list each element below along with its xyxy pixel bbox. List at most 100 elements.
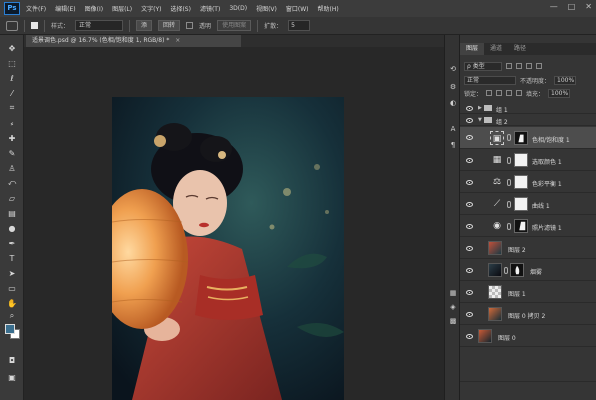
- layer-row[interactable]: ◉ 照片滤镜 1: [460, 216, 596, 237]
- minimize-icon[interactable]: —: [550, 2, 558, 11]
- layer-mask-thumbnail[interactable]: [514, 197, 528, 211]
- canvas-area[interactable]: [24, 47, 444, 400]
- eyedropper-tool-icon[interactable]: ⸗: [6, 118, 18, 128]
- transparent-checkbox[interactable]: [186, 22, 194, 29]
- tab-paths[interactable]: 路径: [508, 43, 532, 55]
- quick-mask-icon[interactable]: ◘: [6, 355, 18, 365]
- layer-row[interactable]: 图层 2: [460, 238, 596, 259]
- layer-row[interactable]: ▼ 组 2: [460, 115, 596, 126]
- tool-preset-icon[interactable]: [6, 20, 18, 31]
- tab-channels[interactable]: 通道: [484, 43, 508, 55]
- shape-filter-icon[interactable]: [536, 63, 542, 69]
- move-tool-icon[interactable]: ✥: [6, 43, 18, 53]
- properties-panel-icon[interactable]: ⚙: [449, 83, 457, 91]
- menu-3d[interactable]: 3D(D): [229, 5, 247, 12]
- close-icon[interactable]: ✕: [585, 2, 592, 11]
- lock-all-icon[interactable]: [516, 90, 523, 96]
- menu-select[interactable]: 选择(S): [170, 4, 191, 13]
- style-select[interactable]: 正常: [75, 20, 124, 31]
- lock-pixels-icon[interactable]: [496, 90, 503, 96]
- visibility-eye-icon[interactable]: [466, 180, 473, 185]
- layer-row-selected[interactable]: ▣ 色相/饱和度 1: [460, 127, 596, 149]
- blend-mode-select[interactable]: 正常: [464, 75, 516, 85]
- visibility-eye-icon[interactable]: [466, 135, 473, 140]
- menu-layer[interactable]: 图层(L): [112, 4, 132, 13]
- screen-mode-icon[interactable]: ▣: [6, 372, 18, 382]
- link-icon[interactable]: [507, 134, 511, 141]
- menu-view[interactable]: 视图(V): [256, 4, 277, 13]
- layer-row[interactable]: ▦ 选取颜色 1: [460, 150, 596, 171]
- crop-tool-icon[interactable]: ⌗: [6, 103, 18, 113]
- layer-row[interactable]: 烟雾: [460, 260, 596, 281]
- layer-row[interactable]: 图层 1: [460, 282, 596, 303]
- menu-file[interactable]: 文件(F): [26, 4, 46, 13]
- marquee-tool-icon[interactable]: ⬚: [6, 58, 18, 68]
- libraries-panel-icon[interactable]: ▦: [449, 289, 457, 297]
- adjustment-filter-icon[interactable]: [516, 63, 522, 69]
- character-panel-icon[interactable]: A: [449, 125, 457, 133]
- foreground-color-swatch[interactable]: [5, 324, 15, 334]
- gradient-tool-icon[interactable]: ▤: [6, 208, 18, 218]
- visibility-eye-icon[interactable]: [466, 246, 473, 251]
- visibility-eye-icon[interactable]: [466, 268, 473, 273]
- layer-row[interactable]: ⟋ 曲线 1: [460, 194, 596, 215]
- menu-image[interactable]: 图像(I): [85, 4, 103, 13]
- layer-mask-thumbnail[interactable]: [514, 153, 528, 167]
- use-pattern-button[interactable]: 使用图案: [217, 20, 252, 31]
- visibility-eye-icon[interactable]: [466, 158, 473, 163]
- path-selection-tool-icon[interactable]: ➤: [6, 268, 18, 278]
- adjustments-panel-icon[interactable]: ◐: [449, 99, 457, 107]
- pixel-filter-icon[interactable]: [506, 63, 512, 69]
- eraser-tool-icon[interactable]: ▱: [6, 193, 18, 203]
- menu-help[interactable]: 帮助(H): [318, 4, 339, 13]
- visibility-eye-icon[interactable]: [466, 118, 473, 123]
- link-icon[interactable]: [507, 201, 511, 208]
- paragraph-panel-icon[interactable]: ¶: [449, 141, 457, 149]
- add-button[interactable]: 添: [136, 20, 153, 31]
- tab-layers[interactable]: 图层: [460, 43, 485, 55]
- layer-mask-thumbnail[interactable]: [514, 219, 528, 233]
- history-panel-icon[interactable]: ⟲: [449, 65, 457, 73]
- clone-stamp-tool-icon[interactable]: ♙: [6, 163, 18, 173]
- layer-row[interactable]: 图层 0 拷贝 2: [460, 304, 596, 325]
- dodge-tool-icon[interactable]: ●: [6, 223, 18, 233]
- menu-type[interactable]: 文字(Y): [141, 4, 161, 13]
- visibility-eye-icon[interactable]: [466, 224, 473, 229]
- link-icon[interactable]: [504, 267, 508, 274]
- layer-row[interactable]: ▶ 组 1: [460, 103, 596, 114]
- layer-mask-thumbnail[interactable]: [514, 175, 528, 189]
- type-filter-icon[interactable]: [526, 63, 532, 69]
- collapsed-caret-icon[interactable]: ▶: [478, 105, 482, 111]
- menu-filter[interactable]: 滤镜(T): [200, 4, 220, 13]
- link-icon[interactable]: [507, 157, 511, 164]
- lock-position-icon[interactable]: [506, 90, 513, 96]
- layer-row[interactable]: 图层 0: [460, 326, 596, 347]
- layer-mask-thumbnail[interactable]: [514, 131, 528, 145]
- menu-window[interactable]: 窗口(W): [286, 4, 309, 13]
- pen-tool-icon[interactable]: ✒: [6, 238, 18, 248]
- visibility-eye-icon[interactable]: [466, 334, 473, 339]
- hand-tool-icon[interactable]: ✋: [6, 298, 18, 308]
- layer-filter-select[interactable]: ρ 类型: [464, 61, 502, 71]
- visibility-eye-icon[interactable]: [466, 312, 473, 317]
- new-selection-icon[interactable]: [31, 22, 38, 29]
- fill-input[interactable]: 100%: [548, 88, 571, 98]
- visibility-eye-icon[interactable]: [466, 202, 473, 207]
- lasso-tool-icon[interactable]: ℓ: [6, 73, 18, 83]
- expanded-caret-icon[interactable]: ▼: [478, 117, 482, 123]
- opacity-input[interactable]: 100%: [554, 75, 577, 85]
- swatches-panel-icon[interactable]: ▩: [449, 317, 457, 325]
- link-icon[interactable]: [507, 223, 511, 230]
- magic-wand-tool-icon[interactable]: ⁄: [6, 88, 18, 98]
- visibility-eye-icon[interactable]: [466, 106, 473, 111]
- diffusion-input[interactable]: 5: [288, 20, 311, 31]
- shape-tool-icon[interactable]: ▭: [6, 283, 18, 293]
- menu-edit[interactable]: 编辑(E): [55, 4, 75, 13]
- color-panel-icon[interactable]: ◈: [449, 303, 457, 311]
- tab-close-icon[interactable]: ×: [175, 37, 180, 44]
- healing-brush-tool-icon[interactable]: ✚: [6, 133, 18, 143]
- layer-row[interactable]: ⚖ 色彩平衡 1: [460, 172, 596, 193]
- visibility-eye-icon[interactable]: [466, 290, 473, 295]
- subtract-button[interactable]: 回转: [158, 20, 181, 31]
- document-tab[interactable]: 适景调色.psd @ 16.7% (色相/饱和度 1, RGB/8) * ×: [26, 35, 241, 47]
